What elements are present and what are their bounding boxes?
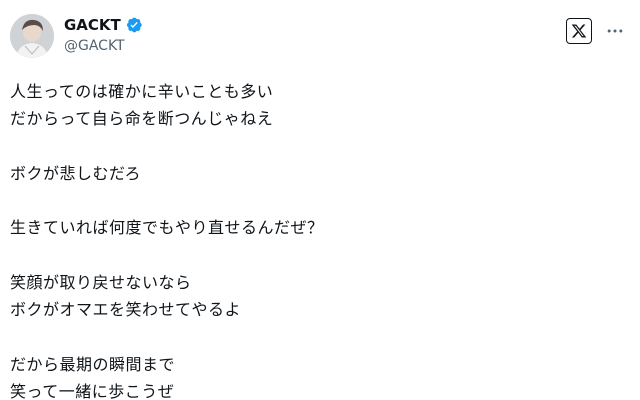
verified-badge-icon (125, 16, 143, 34)
post-text-line: だからって自ら命を断つんじゃねえ (10, 109, 274, 129)
x-logo-button[interactable] (566, 18, 592, 44)
author-display-name[interactable]: GACKT (64, 16, 121, 34)
more-options-button[interactable] (604, 20, 626, 42)
post-text-line (10, 187, 324, 214)
post-text-line: 生きていれば何度でもやり直せるんだぜ？ (10, 218, 324, 238)
post-text-line (10, 242, 324, 269)
post-text: 人生ってのは確かに辛いことも多い だからって自ら命を断つんじゃねえ ボクが悲しむ… (10, 78, 324, 400)
post-text-line: だから最期の瞬間まで (10, 354, 176, 374)
author-name-row[interactable]: GACKT (64, 16, 143, 34)
avatar-image (10, 14, 54, 58)
post-text-line: 笑顔が取り戻せないなら (10, 273, 192, 293)
x-logo-icon (571, 24, 587, 38)
post-card: GACKT @GACKT 人生ってのは確かに辛いことも多い だからって自ら命を断… (0, 0, 640, 400)
avatar[interactable] (10, 14, 54, 58)
more-horizontal-icon (607, 29, 623, 33)
post-text-line: ボクがオマエを笑わせてやるよ (10, 300, 242, 320)
post-text-line: ボクが悲しむだろ (10, 163, 142, 183)
post-text-line: 笑って一緒に歩こうぜ (10, 382, 175, 400)
post-text-line (10, 324, 324, 351)
post-text-line (10, 133, 324, 160)
post-text-line: 人生ってのは確かに辛いことも多い (10, 82, 274, 101)
author-handle[interactable]: @GACKT (64, 37, 125, 55)
